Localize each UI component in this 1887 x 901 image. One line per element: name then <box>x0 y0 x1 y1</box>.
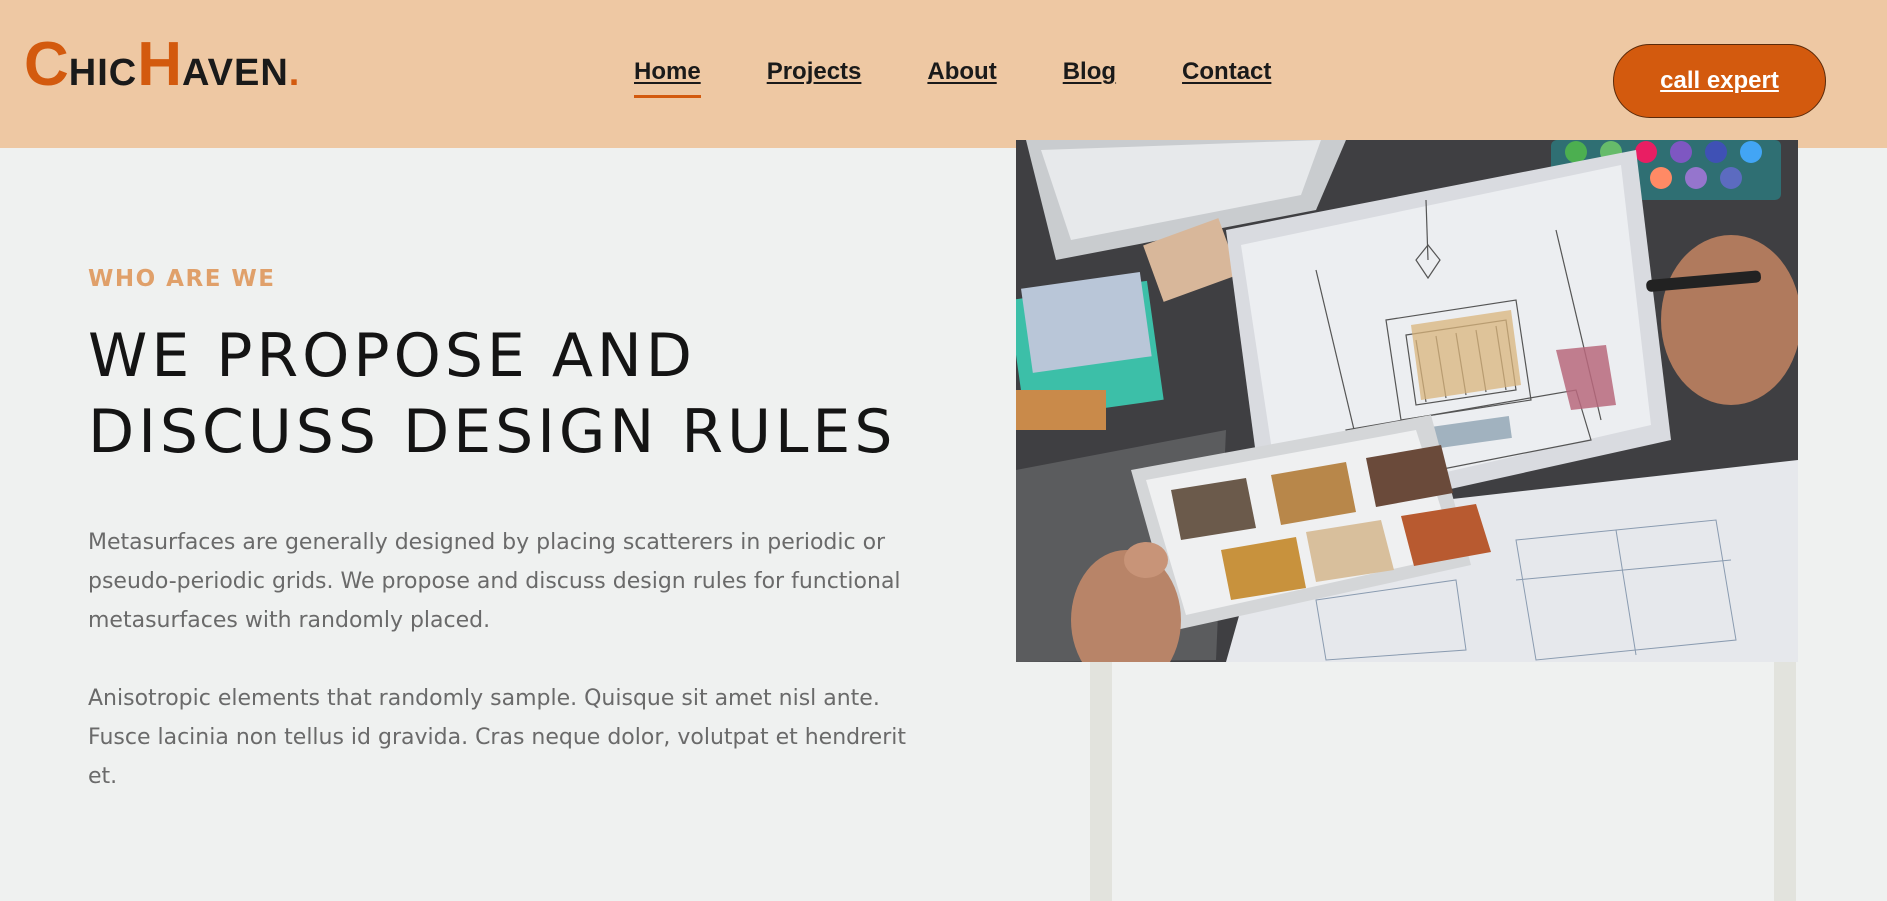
nav-link-blog[interactable]: Blog <box>1063 58 1116 86</box>
hero-paragraph-2: Anisotropic elements that randomly sampl… <box>88 686 906 789</box>
logo-letter-c: C <box>24 30 69 99</box>
hero-paragraph-1: Metasurfaces are generally designed by p… <box>88 530 901 633</box>
logo-letter-h: H <box>137 30 183 99</box>
nav-link-about[interactable]: About <box>927 58 996 86</box>
hero-headline: WE PROPOSE AND DISCUSS DESIGN RULES <box>88 318 928 470</box>
decorative-rail-right <box>1774 660 1796 901</box>
design-workspace-illustration <box>1016 140 1798 662</box>
call-expert-button[interactable]: call expert <box>1613 44 1826 118</box>
hero-headline-line1: WE PROPOSE AND <box>88 321 697 391</box>
section-eyebrow: WHO ARE WE <box>88 266 276 292</box>
nav-link-home[interactable]: Home <box>634 58 701 98</box>
main-nav: Home Projects About Blog Contact <box>634 58 1337 98</box>
logo-text-aven: AVEN <box>182 52 289 94</box>
hero-image-design-sketch <box>1016 140 1798 662</box>
hero-headline-line2: DISCUSS DESIGN RULES <box>88 397 897 467</box>
decorative-rail-left <box>1090 660 1112 901</box>
site-header: CHICHAVEN. Home Projects About Blog Cont… <box>0 0 1887 148</box>
logo-text-hic: HIC <box>68 52 138 94</box>
nav-link-contact[interactable]: Contact <box>1182 58 1271 86</box>
logo-dot: . <box>288 52 300 94</box>
nav-link-projects[interactable]: Projects <box>767 58 862 86</box>
brand-logo[interactable]: CHICHAVEN. <box>24 34 299 96</box>
